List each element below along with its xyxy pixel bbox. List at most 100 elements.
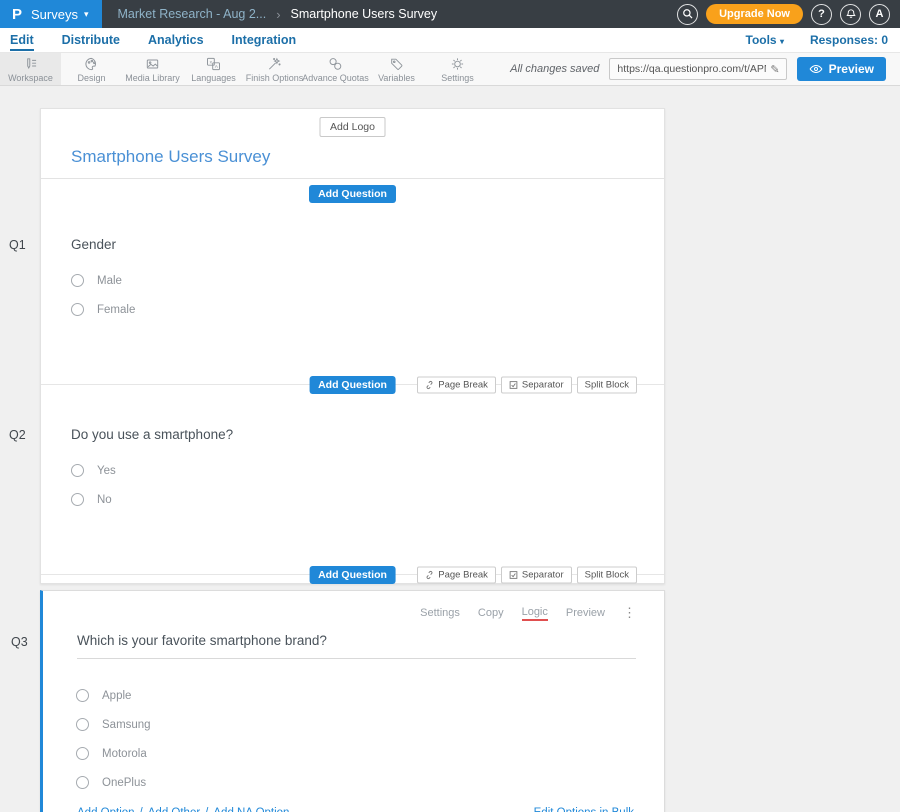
- radio-icon[interactable]: [76, 776, 89, 789]
- breadcrumb-current: Smartphone Users Survey: [291, 7, 438, 21]
- question-logic-action[interactable]: Logic: [522, 606, 548, 621]
- editor-toolbar: Workspace Design Media Library xA Langua…: [0, 52, 900, 86]
- question-code: Q2: [9, 428, 39, 442]
- toolbar-item-settings[interactable]: Settings: [427, 53, 488, 85]
- toolbar-item-finish-options[interactable]: Finish Options: [244, 53, 305, 85]
- questionpro-logo: P: [12, 7, 22, 22]
- account-avatar[interactable]: A: [869, 4, 890, 25]
- radio-option[interactable]: Male: [71, 266, 664, 295]
- edit-options-in-bulk-link[interactable]: Edit Options in Bulk: [534, 807, 634, 812]
- toolbar-item-advance-quotas[interactable]: Advance Quotas: [305, 53, 366, 85]
- save-status: All changes saved: [510, 63, 599, 75]
- media-library-icon: [144, 56, 161, 72]
- survey-url-input[interactable]: [610, 63, 770, 75]
- add-question-button[interactable]: Add Question: [309, 566, 396, 584]
- question-preview-action[interactable]: Preview: [566, 607, 605, 619]
- page-break-button[interactable]: Page Break: [417, 377, 496, 394]
- add-question-button[interactable]: Add Question: [309, 185, 396, 203]
- surveys-menu[interactable]: P Surveys ▾: [0, 0, 102, 28]
- add-other-link[interactable]: Add Other: [148, 807, 200, 812]
- radio-option[interactable]: Motorola: [76, 739, 664, 768]
- question-code: Q1: [9, 238, 39, 252]
- survey-card: Add Logo Smartphone Users Survey Add Que…: [40, 108, 665, 584]
- add-logo-button[interactable]: Add Logo: [319, 117, 386, 137]
- radio-icon[interactable]: [76, 718, 89, 731]
- help-button[interactable]: ?: [811, 4, 832, 25]
- workspace-icon: [22, 56, 39, 72]
- radio-icon[interactable]: [76, 689, 89, 702]
- tools-menu[interactable]: Tools ▾: [746, 33, 784, 47]
- finish-options-wand-icon: [266, 56, 283, 72]
- edit-url-pencil-icon[interactable]: ✎: [770, 63, 779, 76]
- question-block-q2[interactable]: Q2 Do you use a smartphone? Yes No: [41, 427, 664, 574]
- radio-icon[interactable]: [71, 464, 84, 477]
- question-title[interactable]: Which is your favorite smartphone brand?: [77, 633, 636, 659]
- toolbar-item-languages[interactable]: xA Languages: [183, 53, 244, 85]
- question-settings-action[interactable]: Settings: [420, 607, 460, 619]
- nav-tab-bar: Edit Distribute Analytics Integration To…: [0, 28, 900, 52]
- survey-url-box: ✎: [609, 58, 786, 80]
- radio-option[interactable]: OnePlus: [76, 768, 664, 797]
- radio-option[interactable]: Apple: [76, 681, 664, 710]
- page-break-button[interactable]: Page Break: [417, 567, 496, 584]
- tab-integration[interactable]: Integration: [232, 30, 297, 51]
- section-divider: Add Question Page Break Separator Split …: [41, 574, 664, 575]
- tab-edit[interactable]: Edit: [10, 30, 34, 51]
- question-title[interactable]: Gender: [71, 237, 636, 252]
- separator-icon: [509, 381, 518, 390]
- radio-icon[interactable]: [71, 303, 84, 316]
- settings-gear-icon: [449, 56, 466, 72]
- languages-icon: xA: [205, 56, 222, 72]
- breadcrumb-folder[interactable]: Market Research - Aug 2...: [118, 7, 267, 21]
- radio-icon[interactable]: [76, 747, 89, 760]
- radio-icon[interactable]: [71, 493, 84, 506]
- breadcrumb-separator-icon: ›: [276, 7, 280, 22]
- responses-count[interactable]: Responses: 0: [810, 33, 888, 47]
- more-options-icon[interactable]: ⋮: [623, 605, 636, 621]
- radio-option[interactable]: Yes: [71, 456, 664, 485]
- advance-quotas-icon: [327, 56, 344, 72]
- bell-icon: [845, 8, 857, 20]
- upgrade-now-button[interactable]: Upgrade Now: [706, 4, 803, 24]
- split-block-button[interactable]: Split Block: [577, 377, 637, 394]
- toolbar-item-workspace[interactable]: Workspace: [0, 53, 61, 85]
- add-question-button[interactable]: Add Question: [309, 376, 396, 394]
- surveys-menu-label: Surveys: [31, 7, 78, 22]
- preview-button[interactable]: Preview: [797, 57, 886, 81]
- split-block-button[interactable]: Split Block: [577, 567, 637, 584]
- page-break-icon: [425, 571, 434, 580]
- link-separator: /: [205, 807, 208, 812]
- question-block-q3-selected[interactable]: Settings Copy Logic Preview ⋮ Q3 Which i…: [40, 590, 665, 812]
- question-block-q1[interactable]: Q1 Gender Male Female: [41, 237, 664, 384]
- toolbar-item-variables[interactable]: Variables: [366, 53, 427, 85]
- separator-button[interactable]: Separator: [501, 567, 572, 584]
- survey-header: Add Logo Smartphone Users Survey: [41, 109, 664, 179]
- section-divider: Add Question Page Break Separator Split …: [41, 384, 664, 385]
- survey-canvas: Add Logo Smartphone Users Survey Add Que…: [0, 86, 900, 812]
- search-icon: [682, 8, 694, 20]
- survey-title[interactable]: Smartphone Users Survey: [71, 147, 270, 167]
- link-separator: /: [140, 807, 143, 812]
- radio-option[interactable]: Female: [71, 295, 664, 324]
- radio-option[interactable]: Samsung: [76, 710, 664, 739]
- toolbar-item-media-library[interactable]: Media Library: [122, 53, 183, 85]
- breadcrumb: Market Research - Aug 2... › Smartphone …: [118, 7, 438, 22]
- tab-distribute[interactable]: Distribute: [62, 30, 120, 51]
- add-na-option-link[interactable]: Add NA Option: [213, 807, 289, 812]
- separator-button[interactable]: Separator: [501, 377, 572, 394]
- svg-text:A: A: [215, 63, 219, 69]
- radio-option[interactable]: No: [71, 485, 664, 514]
- radio-icon[interactable]: [71, 274, 84, 287]
- eye-icon: [809, 63, 823, 75]
- chevron-down-icon: ▾: [84, 9, 89, 20]
- question-copy-action[interactable]: Copy: [478, 607, 504, 619]
- question-title[interactable]: Do you use a smartphone?: [71, 427, 636, 442]
- page-break-icon: [425, 381, 434, 390]
- add-option-link[interactable]: Add Option: [77, 807, 135, 812]
- toolbar-item-design[interactable]: Design: [61, 53, 122, 85]
- design-palette-icon: [83, 56, 100, 72]
- chevron-down-icon: ▾: [780, 37, 784, 46]
- notifications-button[interactable]: [840, 4, 861, 25]
- tab-analytics[interactable]: Analytics: [148, 30, 204, 51]
- search-button[interactable]: [677, 4, 698, 25]
